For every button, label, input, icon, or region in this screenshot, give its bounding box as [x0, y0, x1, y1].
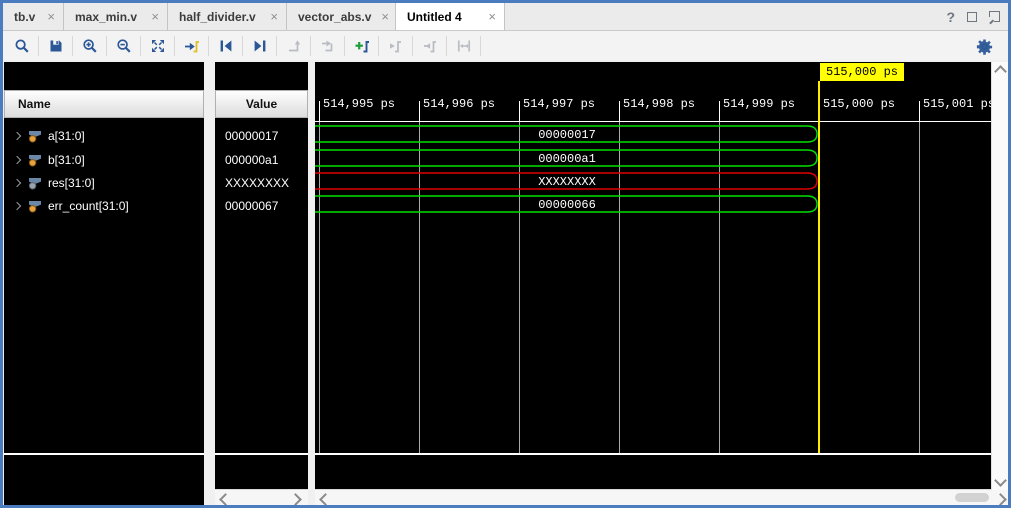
axis-tick [719, 101, 720, 121]
signal-name: a[31:0] [48, 129, 85, 143]
save-icon[interactable] [39, 33, 72, 59]
value-panel-hscrollbar[interactable] [215, 489, 308, 506]
bus-signal-icon [28, 130, 42, 143]
expand-chevron-icon[interactable] [13, 156, 21, 164]
signal-row-b[interactable]: b[31:0] [4, 149, 204, 171]
tab-vector-abs-v[interactable]: vector_abs.v × [287, 3, 396, 30]
axis-tick [319, 101, 320, 121]
expand-chevron-icon[interactable] [13, 179, 21, 187]
name-column-header: Name [4, 90, 204, 118]
tab-label: half_divider.v [179, 10, 256, 24]
time-cursor[interactable] [818, 81, 820, 453]
signal-row-err-count[interactable]: err_count[31:0] [4, 195, 204, 217]
maximize-icon[interactable] [967, 12, 977, 22]
expand-chevron-icon[interactable] [13, 202, 21, 210]
waveform-vscrollbar[interactable] [991, 62, 1008, 490]
scroll-left-icon[interactable] [219, 493, 232, 506]
bus-value-label: 00000017 [315, 128, 819, 142]
axis-tick-label: 514,995 ps [323, 97, 395, 111]
close-icon[interactable]: × [381, 10, 389, 23]
signal-name: res[31:0] [48, 176, 95, 190]
axis-tick [519, 101, 520, 121]
close-icon[interactable]: × [47, 10, 55, 23]
simulation-waveform-window: tb.v × max_min.v × half_divider.v × vect… [0, 0, 1011, 508]
float-window-icon[interactable] [989, 11, 1000, 22]
axis-tick [619, 101, 620, 121]
axis-tick-label: 515,000 ps [823, 97, 895, 111]
expand-chevron-icon[interactable] [13, 132, 21, 140]
axis-tick-label: 514,996 ps [423, 97, 495, 111]
tab-label: max_min.v [75, 10, 137, 24]
previous-transition-icon[interactable] [209, 33, 242, 59]
add-marker-icon[interactable] [345, 33, 378, 59]
waveform-toolbar [3, 31, 1008, 60]
tab-tb-v[interactable]: tb.v × [3, 3, 64, 30]
help-icon[interactable]: ? [946, 9, 955, 25]
tab-bar: tb.v × max_min.v × half_divider.v × vect… [3, 3, 1008, 31]
signal-value: 00000067 [225, 195, 278, 217]
axis-tick [419, 101, 420, 121]
axis-tick-label: 514,999 ps [723, 97, 795, 111]
scroll-down-icon[interactable] [994, 474, 1007, 487]
time-axis-line [315, 121, 994, 122]
swap-cursors-icon [447, 33, 480, 59]
signal-value: 000000a1 [225, 149, 278, 171]
axis-tick-label: 514,998 ps [623, 97, 695, 111]
tab-half-divider-v[interactable]: half_divider.v × [168, 3, 287, 30]
tab-label: vector_abs.v [298, 10, 371, 24]
axis-tick [919, 101, 920, 121]
close-icon[interactable]: × [488, 10, 496, 23]
signal-value-panel: Value 00000017 000000a1 XXXXXXXX 0000006… [215, 62, 308, 489]
signal-name-panel: Name a[31:0] b[31:0] res[31:0] err_coun [4, 62, 204, 505]
waveform-hscrollbar[interactable] [315, 489, 1011, 506]
bus-value-label: XXXXXXXX [315, 175, 819, 189]
zoom-out-icon[interactable] [107, 33, 140, 59]
axis-tick-label: 514,997 ps [523, 97, 595, 111]
settings-gear-icon[interactable] [973, 35, 995, 57]
next-marker-icon [413, 33, 446, 59]
close-icon[interactable]: × [270, 10, 278, 23]
axis-tick-label: 515,001 ps [923, 97, 995, 111]
waveform-plot-area[interactable]: 514,995 ps 514,996 ps 514,997 ps 514,998… [315, 62, 994, 489]
cursor-time-badge[interactable]: 515,000 ps [820, 63, 904, 81]
restart-icon [277, 33, 310, 59]
signal-value: 00000017 [225, 125, 278, 147]
run-to-edge-icon [311, 33, 344, 59]
zoom-in-icon[interactable] [73, 33, 106, 59]
bus-value-label: 000000a1 [315, 152, 819, 166]
signal-name: b[31:0] [48, 153, 85, 167]
signal-row-res[interactable]: res[31:0] [4, 172, 204, 194]
window-controls: ? [946, 3, 1000, 30]
hscrollbar-thumb[interactable] [955, 493, 989, 502]
go-to-cursor-icon[interactable] [175, 33, 208, 59]
previous-marker-icon [379, 33, 412, 59]
signal-row-a[interactable]: a[31:0] [4, 125, 204, 147]
waveform-viewer-body: Name a[31:0] b[31:0] res[31:0] err_coun [3, 60, 1008, 505]
tab-label: Untitled 4 [407, 10, 462, 24]
signal-name: err_count[31:0] [48, 199, 129, 213]
tab-label: tb.v [14, 10, 35, 24]
zoom-fit-icon[interactable] [141, 33, 174, 59]
bus-signal-icon [28, 154, 42, 167]
bus-signal-unknown-icon [28, 177, 42, 190]
grid-line [919, 122, 920, 453]
panel-separator-line [215, 453, 308, 455]
search-icon[interactable] [5, 33, 38, 59]
panel-separator-line [315, 453, 994, 455]
tab-max-min-v[interactable]: max_min.v × [64, 3, 168, 30]
scroll-right-icon[interactable] [994, 493, 1007, 506]
value-column-header: Value [215, 90, 308, 118]
tab-untitled-4[interactable]: Untitled 4 × [396, 3, 505, 30]
scroll-right-icon[interactable] [289, 493, 302, 506]
signal-value: XXXXXXXX [225, 172, 289, 194]
panel-separator-line [4, 453, 204, 455]
bus-signal-icon [28, 200, 42, 213]
bus-value-label: 00000066 [315, 198, 819, 212]
next-transition-icon[interactable] [243, 33, 276, 59]
close-icon[interactable]: × [151, 10, 159, 23]
scroll-left-icon[interactable] [319, 493, 332, 506]
scroll-up-icon[interactable] [994, 65, 1007, 78]
